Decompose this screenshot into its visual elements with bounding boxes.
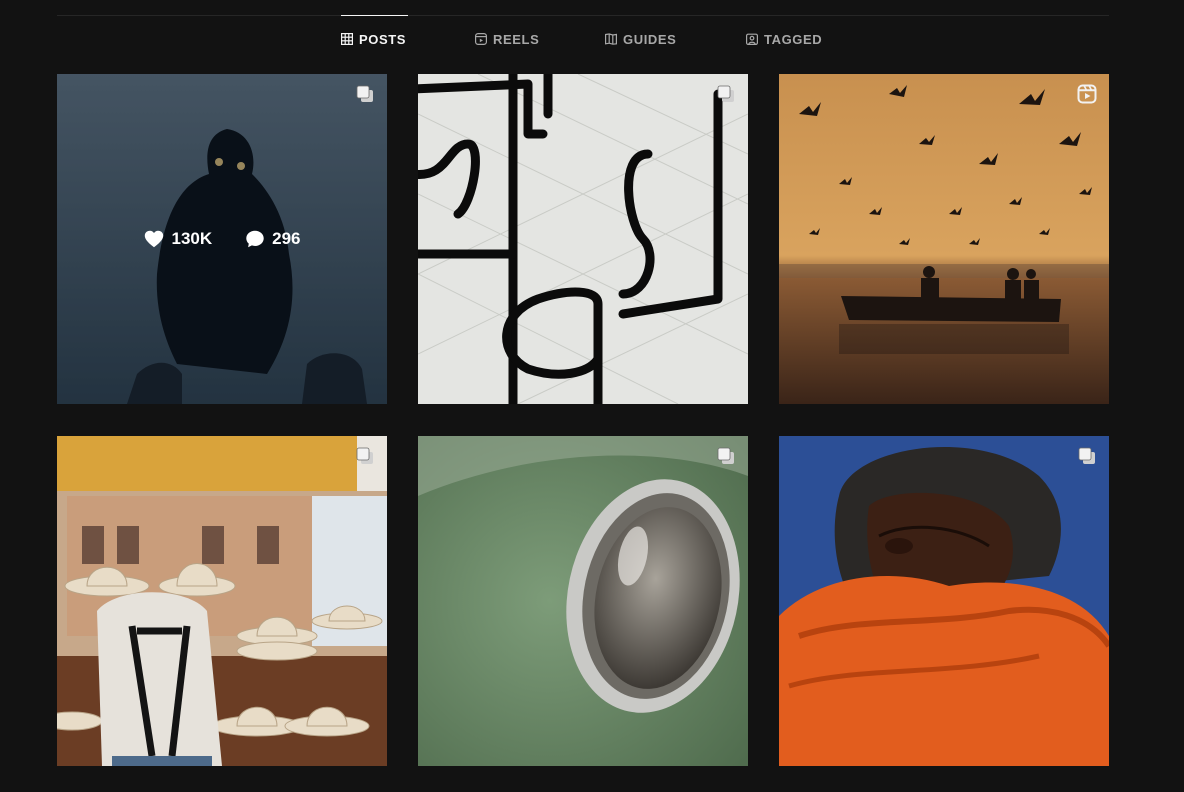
- post-tile[interactable]: [779, 436, 1109, 766]
- tab-posts[interactable]: POSTS: [341, 15, 408, 59]
- grid-icon: [341, 33, 353, 45]
- post-tile[interactable]: [779, 74, 1109, 404]
- post-tile[interactable]: 130K 296: [57, 74, 387, 404]
- post-tile[interactable]: [418, 74, 748, 404]
- tab-guides[interactable]: GUIDES: [605, 15, 676, 59]
- tab-guides-label: GUIDES: [623, 32, 677, 47]
- post-hover-stats: 130K 296: [57, 74, 387, 404]
- comments-stat: 296: [244, 228, 301, 250]
- reels-icon: [1077, 84, 1097, 104]
- comment-icon: [246, 230, 264, 248]
- comments-count: 296: [272, 229, 301, 248]
- profile-tabs: POSTS REELS GUIDES TAGGED: [57, 15, 1109, 60]
- carousel-icon: [717, 447, 734, 464]
- heart-icon: [145, 230, 164, 248]
- post-image-cowboy-hats: [57, 436, 387, 766]
- guides-icon: [605, 33, 617, 45]
- tab-posts-label: POSTS: [359, 32, 407, 47]
- post-image-car-headlight: [418, 436, 748, 766]
- tagged-icon: [746, 33, 758, 45]
- tab-tagged[interactable]: TAGGED: [746, 15, 822, 59]
- post-tile[interactable]: [57, 436, 387, 766]
- post-image-orange-sweater-portrait: [779, 436, 1109, 766]
- reels-icon: [475, 33, 487, 45]
- likes-count: 130K: [171, 229, 213, 248]
- post-image-abstract-lines: [418, 74, 748, 404]
- post-image-birds-boat-sunset: [779, 74, 1109, 404]
- carousel-icon: [717, 85, 734, 102]
- post-tile[interactable]: [418, 436, 748, 766]
- carousel-icon: [1078, 447, 1095, 464]
- profile-grid-page: POSTS REELS GUIDES TAGGED 130K 296: [0, 0, 1184, 792]
- likes-stat: 130K: [143, 228, 212, 250]
- tab-tagged-label: TAGGED: [764, 32, 823, 47]
- tab-reels[interactable]: REELS: [475, 15, 539, 59]
- tab-reels-label: REELS: [493, 32, 540, 47]
- carousel-icon: [356, 447, 373, 464]
